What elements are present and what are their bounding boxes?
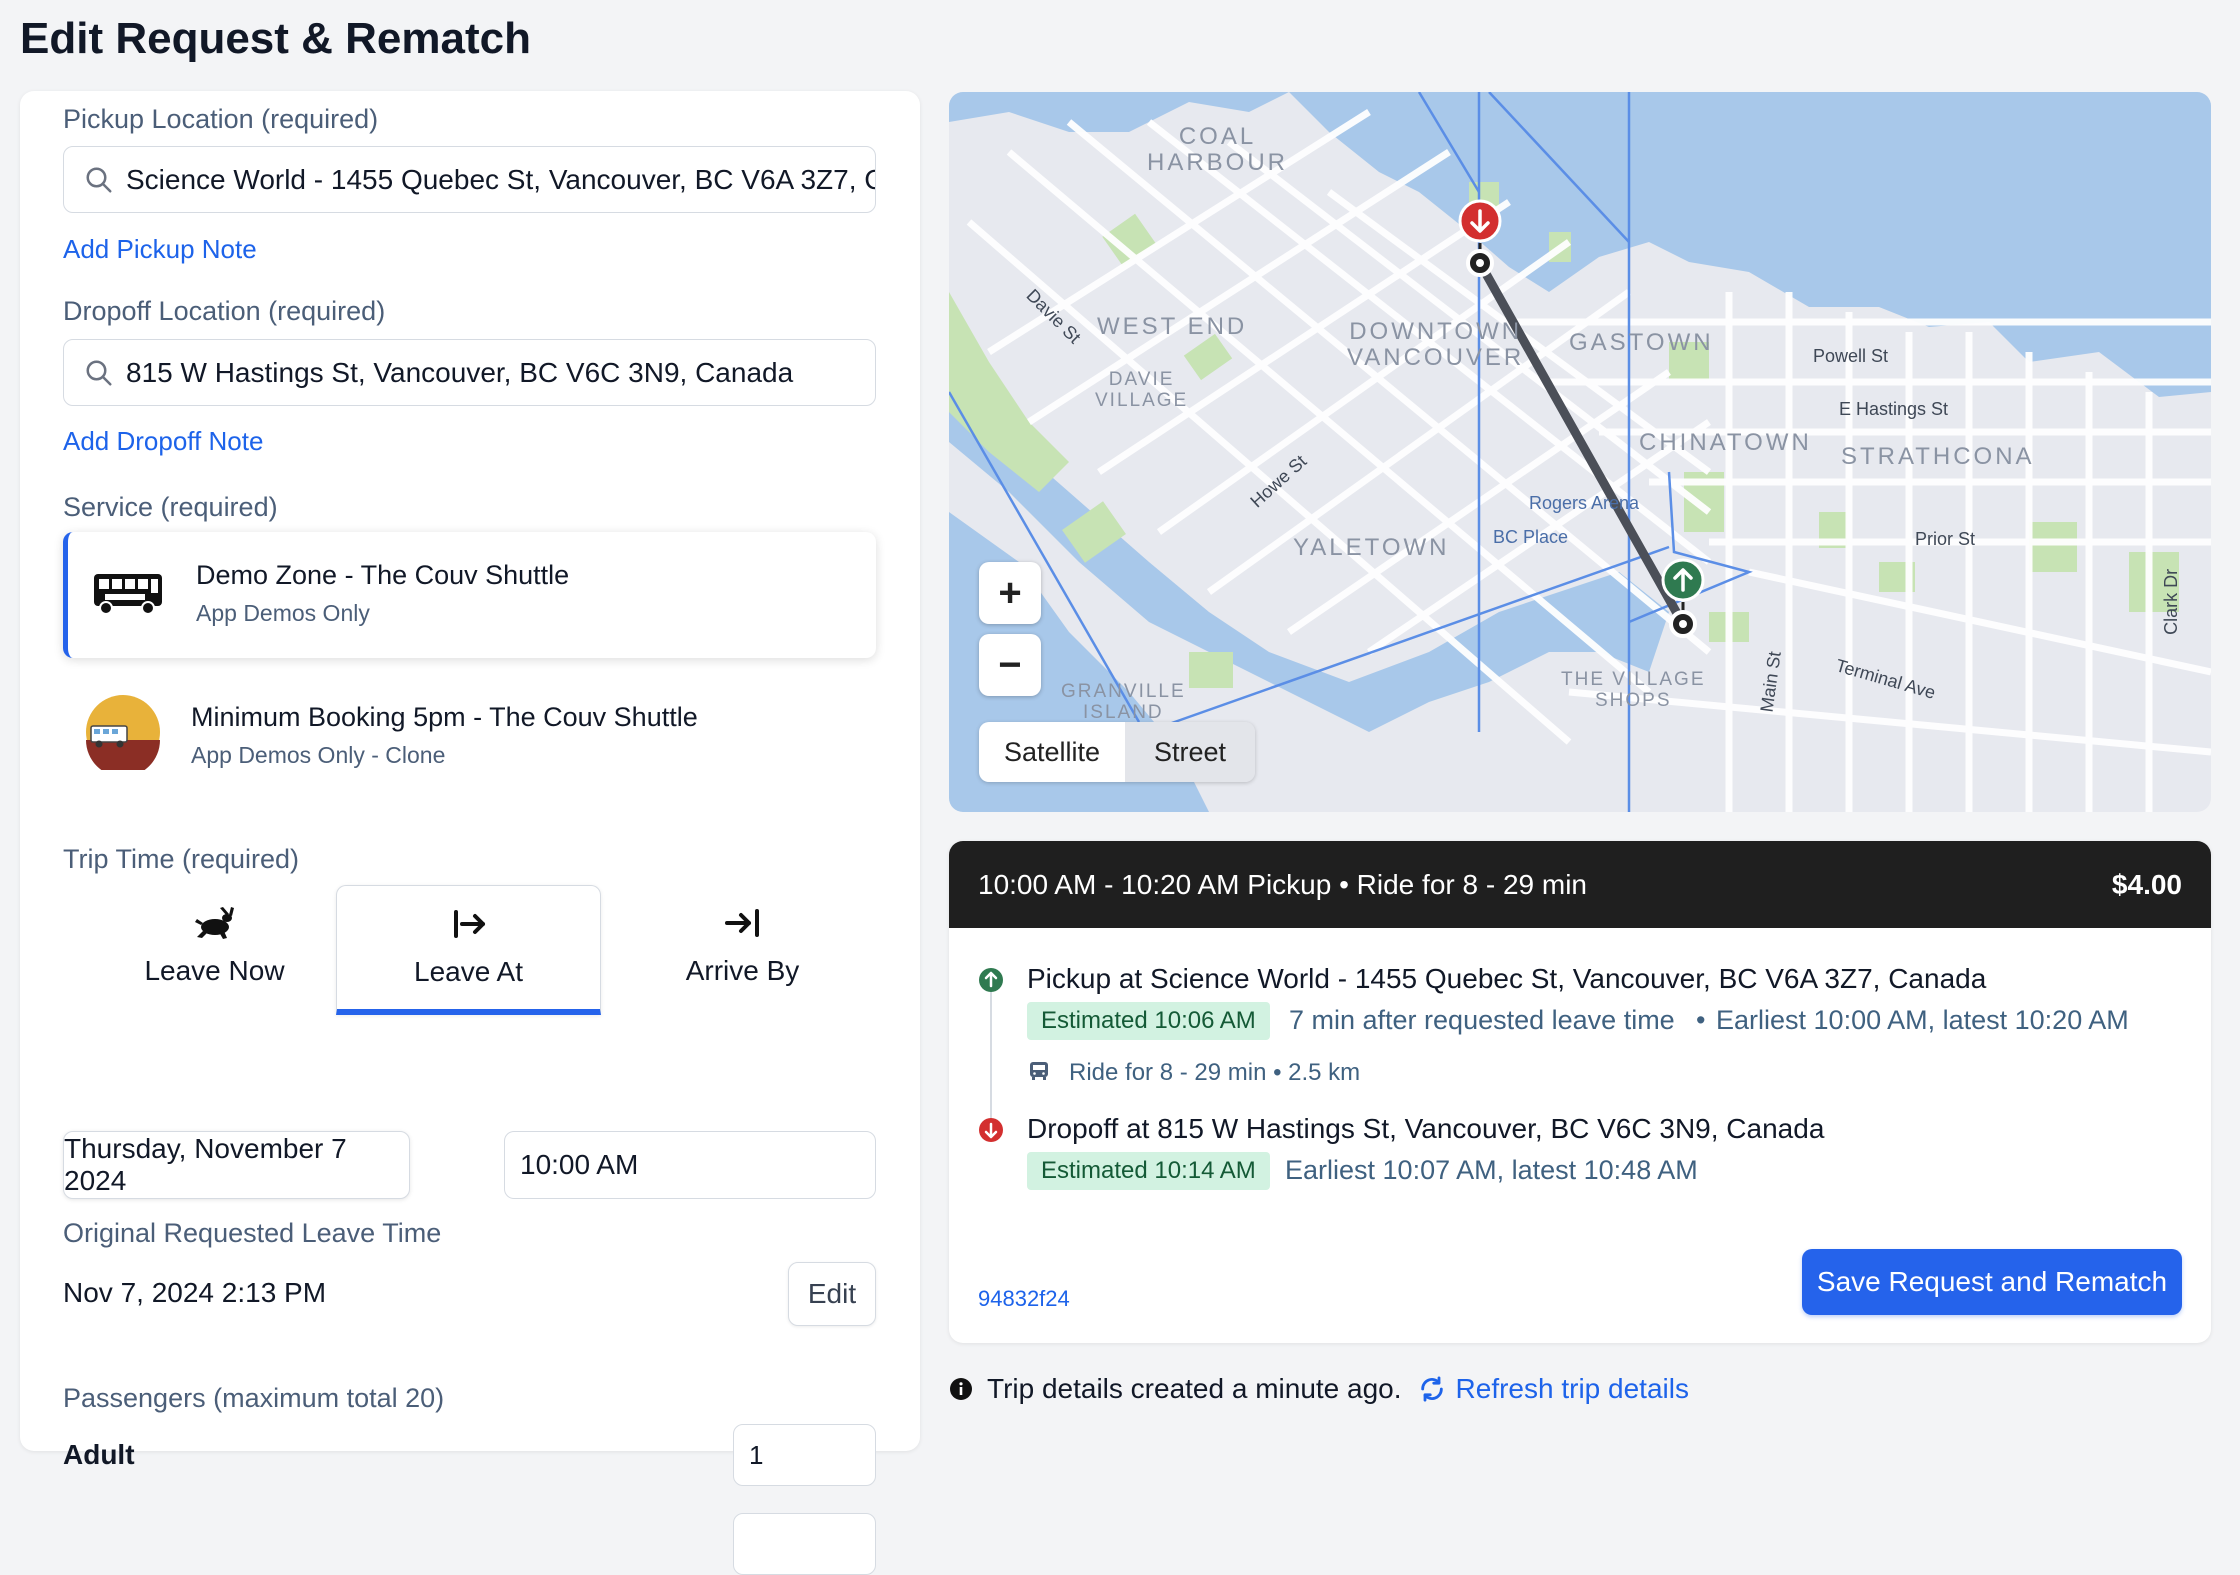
map-label-strathcona: STRATHCONA: [1841, 443, 2035, 470]
timeline-line: [990, 984, 992, 1139]
ride-duration-distance: Ride for 8 - 29 min • 2.5 km: [1069, 1059, 1361, 1086]
pickup-label: Pickup Location (required): [63, 104, 379, 134]
pickup-dot-separator: •: [1696, 1005, 1706, 1035]
pickup-estimated-badge: Estimated 10:06 AM: [1027, 1002, 1270, 1040]
service-option-demo-zone[interactable]: Demo Zone - The Couv Shuttle App Demos O…: [63, 532, 876, 658]
map-label-gastown: GASTOWN: [1569, 329, 1714, 356]
zoom-in-button[interactable]: +: [979, 562, 1041, 624]
search-icon: [86, 360, 112, 385]
route-map[interactable]: COAL HARBOUR WEST END DAVIE VILLAGE DOWN…: [949, 92, 2211, 812]
original-leave-time-label: Original Requested Leave Time: [63, 1218, 442, 1248]
trip-time-label: Trip Time (required): [63, 844, 300, 874]
map-label-yaletown: YALETOWN: [1293, 534, 1450, 561]
map-label-village-shops: THE VILLAGE SHOPS: [1561, 669, 1706, 711]
edit-original-time-button[interactable]: Edit: [788, 1262, 876, 1326]
map-label-clark-dr: Clark Dr: [2161, 568, 2182, 635]
mode-label: Leave At: [414, 956, 523, 987]
search-icon: [86, 167, 112, 192]
trip-id-link[interactable]: 94832f24: [978, 1286, 1070, 1312]
trip-summary-header: 10:00 AM - 10:20 AM Pickup • Ride for 8 …: [949, 841, 2211, 928]
map-type-street[interactable]: Street: [1125, 722, 1255, 782]
mode-tab-leave-at[interactable]: Leave At: [336, 885, 601, 1015]
mode-label: Leave Now: [144, 955, 285, 986]
dropoff-label: Dropoff Location (required): [63, 296, 386, 326]
arrow-right-from-line-icon: [453, 910, 485, 938]
add-dropoff-note-link[interactable]: Add Dropoff Note: [63, 426, 263, 457]
pickup-location-input[interactable]: Science World - 1455 Quebec St, Vancouve…: [63, 146, 876, 213]
trip-details-status: Trip details created a minute ago. Refre…: [949, 1373, 1689, 1405]
shuttle-sunset-icon: [86, 695, 160, 770]
trip-summary-time: 10:00 AM - 10:20 AM Pickup • Ride for 8 …: [978, 868, 1587, 900]
map-label-powell-st: Powell St: [1813, 346, 1889, 366]
passengers-label: Passengers (maximum total 20): [63, 1383, 445, 1413]
trip-price: $4.00: [2111, 868, 2182, 900]
page-title: Edit Request & Rematch: [20, 14, 531, 63]
passenger-count-input[interactable]: [733, 1513, 876, 1575]
refresh-trip-details-label: Refresh trip details: [1455, 1373, 1689, 1404]
save-request-rematch-button[interactable]: Save Request and Rematch: [1802, 1249, 2182, 1315]
service-name: Demo Zone - The Couv Shuttle: [196, 560, 570, 590]
zoom-out-button[interactable]: −: [979, 634, 1041, 696]
trip-summary-card: 10:00 AM - 10:20 AM Pickup • Ride for 8 …: [949, 841, 2211, 1343]
map-label-prior-st: Prior St: [1915, 529, 1976, 549]
trip-details-created-text: Trip details created a minute ago.: [987, 1373, 1402, 1404]
map-label-downtown: DOWNTOWN VANCOUVER: [1347, 318, 1525, 372]
map-label-rogers-arena: Rogers Arena: [1529, 493, 1640, 513]
map-label-chinatown: CHINATOWN: [1639, 429, 1812, 456]
request-form-panel: Pickup Location (required) Science World…: [20, 91, 920, 1575]
mode-label: Arrive By: [685, 955, 800, 986]
rabbit-icon: [194, 907, 234, 939]
dropoff-time-window: Earliest 10:07 AM, latest 10:48 AM: [1285, 1155, 1698, 1185]
dropoff-arrow-icon: [979, 1118, 1003, 1142]
pickup-delay-note: 7 min after requested leave time: [1289, 1005, 1675, 1035]
mode-tab-leave-now[interactable]: Leave Now: [82, 885, 347, 1015]
original-leave-time-value: Nov 7, 2024 2:13 PM: [63, 1277, 327, 1308]
service-subtitle: App Demos Only - Clone: [191, 742, 446, 768]
service-subtitle: App Demos Only: [196, 600, 370, 626]
pickup-arrow-icon: [979, 968, 1003, 992]
adult-count-input[interactable]: 1: [733, 1424, 876, 1486]
add-pickup-note-link[interactable]: Add Pickup Note: [63, 234, 257, 265]
mode-tab-arrive-by[interactable]: Arrive By: [610, 885, 875, 1015]
bus-icon: [1030, 1062, 1048, 1080]
info-icon: [950, 1378, 972, 1400]
pickup-time-window: Earliest 10:00 AM, latest 10:20 AM: [1716, 1005, 2129, 1035]
map-label-bc-place: BC Place: [1493, 527, 1569, 547]
arrow-right-to-line-icon: [724, 909, 759, 937]
map-label-coal-harbour: COAL HARBOUR: [1147, 123, 1289, 177]
refresh-trip-details-link[interactable]: Refresh trip details: [1418, 1373, 1689, 1405]
dropoff-estimated-badge: Estimated 10:14 AM: [1027, 1152, 1270, 1190]
map-type-satellite[interactable]: Satellite: [979, 722, 1125, 782]
adult-label: Adult: [63, 1439, 135, 1470]
dropoff-location-value: 815 W Hastings St, Vancouver, BC V6C 3N9…: [126, 356, 794, 388]
dropoff-location-input[interactable]: 815 W Hastings St, Vancouver, BC V6C 3N9…: [63, 339, 876, 406]
map-label-granville-island: GRANVILLE ISLAND: [1061, 681, 1186, 723]
map-type-toggle: Satellite Street: [979, 722, 1255, 782]
pickup-stop-title: Pickup at Science World - 1455 Quebec St…: [1027, 963, 1987, 994]
dropoff-stop-title: Dropoff at 815 W Hastings St, Vancouver,…: [1027, 1113, 1825, 1144]
service-label: Service (required): [63, 492, 278, 522]
service-name: Minimum Booking 5pm - The Couv Shuttle: [191, 702, 698, 732]
refresh-icon: [1420, 1376, 1443, 1402]
shuttle-bus-icon: [94, 574, 162, 615]
trip-date-picker[interactable]: Thursday, November 7 2024: [63, 1131, 410, 1199]
map-label-west-end: WEST END: [1097, 313, 1248, 340]
service-option-minimum-booking[interactable]: Minimum Booking 5pm - The Couv Shuttle A…: [63, 674, 876, 800]
map-label-davie-village: DAVIE VILLAGE: [1095, 369, 1189, 411]
map-label-e-hastings-st: E Hastings St: [1839, 399, 1949, 419]
trip-time-input[interactable]: 10:00 AM: [504, 1131, 876, 1199]
pickup-location-value: Science World - 1455 Quebec St, Vancouve…: [126, 163, 875, 195]
